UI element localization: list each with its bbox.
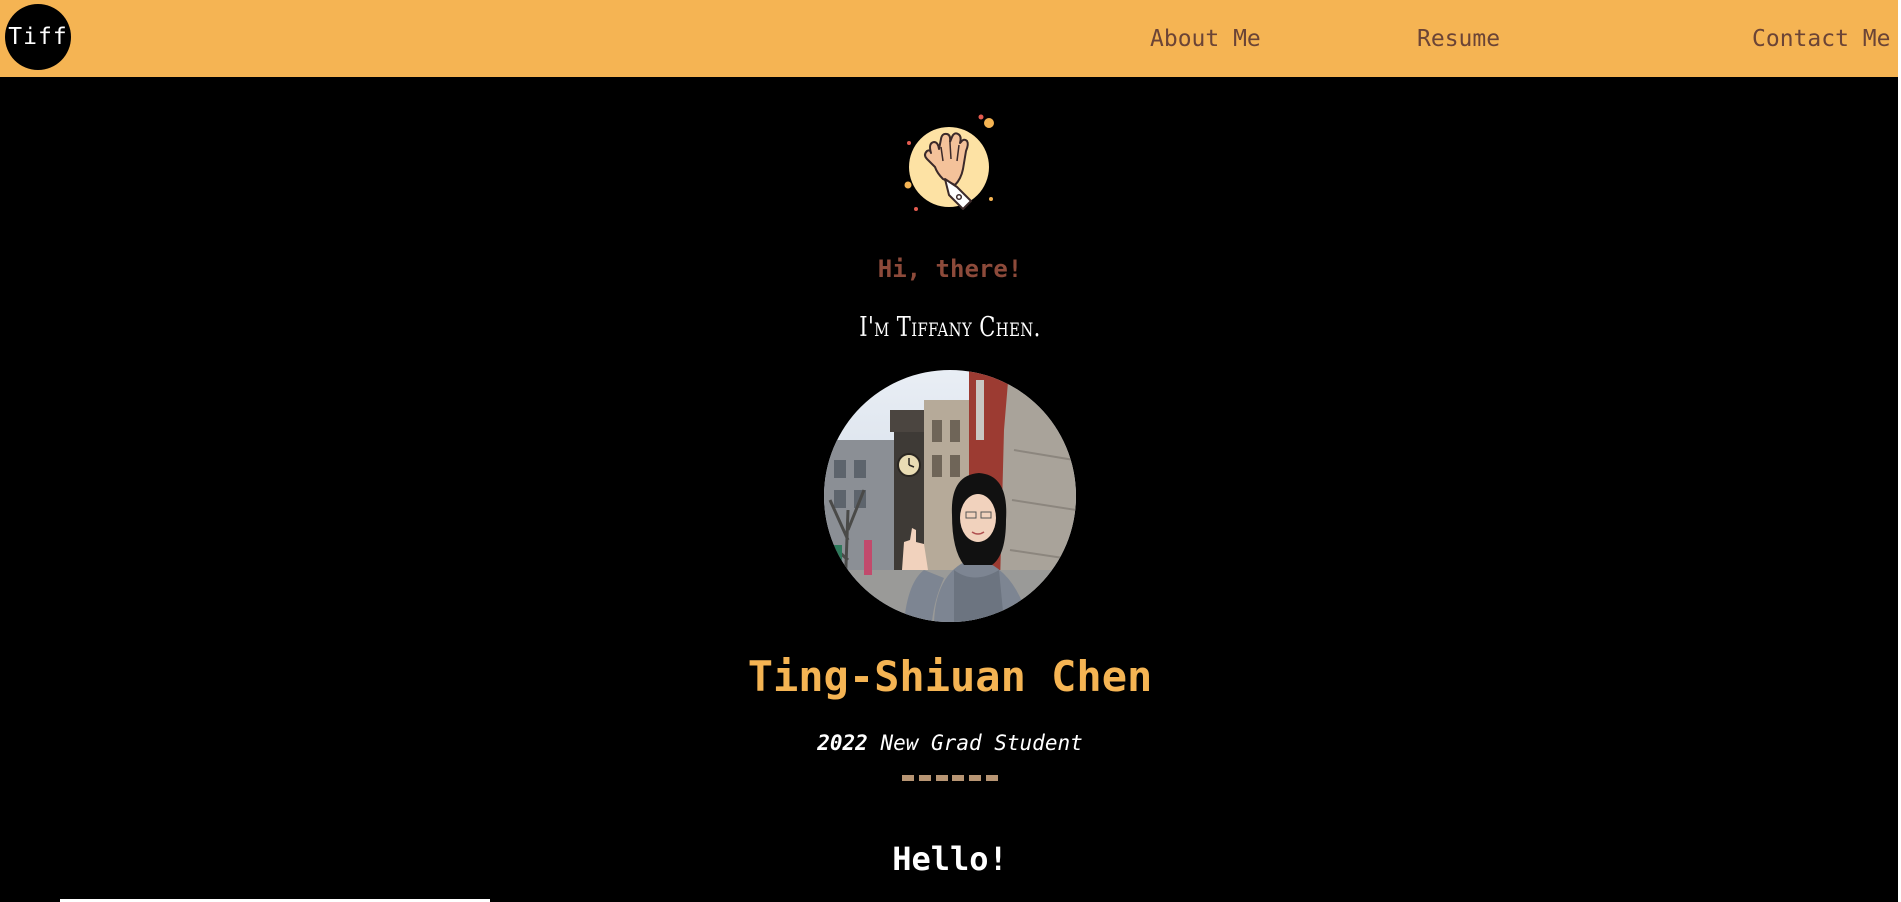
dashed-divider [902, 775, 998, 781]
profile-photo [824, 370, 1076, 622]
subtitle-year: 2022 [817, 731, 868, 755]
full-name-heading: Ting-Shiuan Chen [747, 652, 1153, 701]
top-navbar: Tiff About Me Resume Contact Me [0, 0, 1901, 77]
page: Tiff About Me Resume Contact Me Hi, ther… [0, 0, 1901, 902]
greeting-text: Hi, there! [877, 255, 1023, 283]
nav-link-contact-me[interactable]: Contact Me [1752, 26, 1890, 52]
subtitle-text: New Grad Student [867, 731, 1083, 755]
intro-text: I'm Tiffany Chen. [859, 312, 1041, 343]
nav-link-resume[interactable]: Resume [1417, 26, 1500, 52]
waving-hand-icon [897, 113, 1001, 217]
nav-link-about-me[interactable]: About Me [1150, 26, 1261, 52]
section-heading-hello: Hello! [892, 840, 1008, 878]
subtitle-line: 2022 New Grad Student [0, 731, 1900, 755]
logo-home-link[interactable]: Tiff [5, 4, 71, 70]
